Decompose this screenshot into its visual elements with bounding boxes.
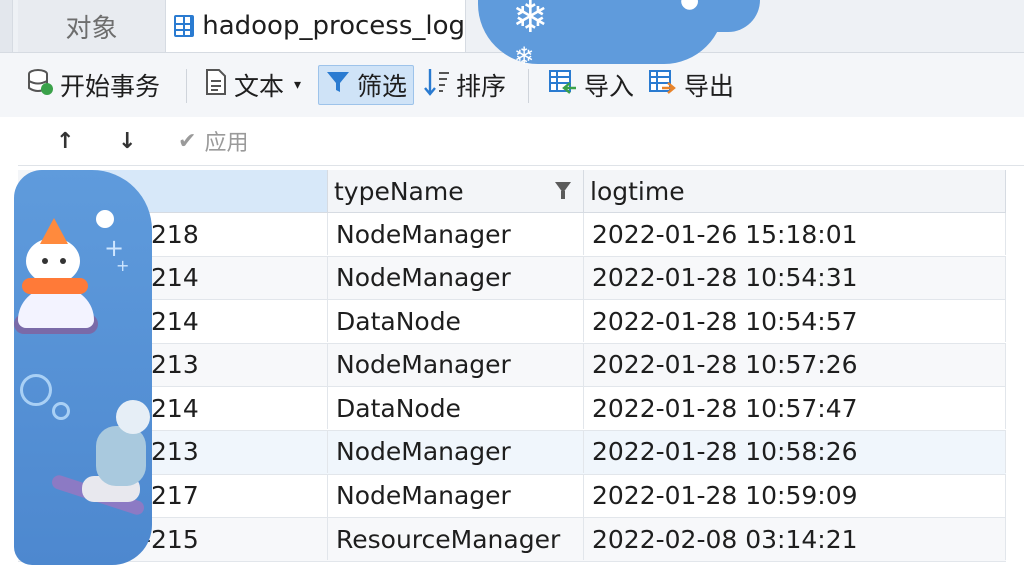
table-row[interactable]: -214 DataNode 2022-01-28 10:54:57 [18,300,1006,344]
toolbar-divider [186,69,187,103]
column-header-typename[interactable]: typeName [328,170,584,212]
cell-logtime[interactable]: 2022-02-08 03:14:21 [584,518,1006,561]
main-toolbar: 开始事务 文本 ▾ 筛选 排序 导入 导出 [0,53,1024,117]
export-label: 导出 [684,72,735,101]
export-button[interactable]: 导出 [648,65,734,105]
column-header-label: typeName [334,176,464,206]
tab-table-label: hadoop_process_log [202,11,465,41]
cell-logtime[interactable]: 2022-01-26 15:18:01 [584,213,1006,255]
table-row[interactable]: -213 NodeManager 2022-01-28 10:57:26 [18,343,1006,388]
apply-label: 应用 [204,131,249,156]
cell-logtime[interactable]: 2022-01-28 10:58:26 [584,430,1006,473]
cell-logtime[interactable]: 2022-01-28 10:57:47 [584,387,1006,430]
cell-logtime[interactable]: 2022-01-28 10:54:31 [584,256,1006,299]
import-button[interactable]: 导入 [548,65,634,105]
table-icon [174,15,195,37]
cell-typename[interactable]: NodeManager [328,256,584,299]
sort-icon [424,67,450,103]
tab-objects-label: 对象 [65,13,118,44]
import-label: 导入 [584,72,635,101]
snowboarder-icon [40,396,152,536]
table-row[interactable]: -213 NodeManager 2022-01-28 10:58:26 [18,430,1006,475]
tab-hadoop-process-log[interactable]: hadoop_process_log [166,0,466,52]
cell-typename[interactable]: NodeManager [328,213,584,255]
arrow-down-icon: ↓ [118,128,137,154]
cell-typename[interactable]: DataNode [328,300,584,343]
snowflake-icon: ❄ [512,0,549,43]
cell-typename[interactable]: DataNode [328,387,584,430]
bubble-icon [96,210,114,228]
snowflake-icon: ● [680,0,700,13]
data-grid: node typeName logtime -218 NodeManager 2… [18,170,1006,562]
cell-typename[interactable]: NodeManager [328,474,584,517]
table-row[interactable]: -218 NodeManager 2022-01-26 15:18:01 [18,213,1006,257]
snowman-icon [14,218,98,334]
filter-button[interactable]: 筛选 [318,65,415,105]
database-transaction-icon [26,68,54,102]
toolbar-divider [528,69,529,103]
table-row[interactable]: -217 NodeManager 2022-01-28 10:59:09 [18,474,1006,519]
cell-typename[interactable]: NodeManager [328,343,584,386]
begin-transaction-button[interactable]: 开始事务 [26,65,160,105]
cell-logtime[interactable]: 2022-01-28 10:57:26 [584,343,1006,386]
text-button[interactable]: 文本 ▾ [204,65,301,105]
table-row[interactable]: -215 ResourceManager 2022-02-08 03:14:21 [18,518,1006,562]
navicat-window: 对象 hadoop_process_log 开始事务 文本 ▾ 筛选 排序 导入… [0,0,1024,565]
funnel-icon[interactable] [555,182,571,199]
import-icon [548,68,578,102]
text-label: 文本 [234,72,285,101]
grid-header: node typeName logtime [18,170,1006,213]
apply-button[interactable]: ✔ 应用 [178,117,248,165]
cell-logtime[interactable]: 2022-01-28 10:59:09 [584,474,1006,517]
arrow-up-icon: ↑ [56,128,75,154]
cell-typename[interactable]: ResourceManager [328,518,584,561]
table-row[interactable]: -214 NodeManager 2022-01-28 10:54:31 [18,256,1006,301]
begin-transaction-label: 开始事务 [60,72,161,101]
column-header-logtime[interactable]: logtime [584,170,1006,212]
sparkle-icon: + [116,256,130,275]
filter-label: 筛选 [357,72,408,101]
move-down-button[interactable]: ↓ [118,117,136,165]
cell-logtime[interactable]: 2022-01-28 10:54:57 [584,300,1006,343]
cell-typename[interactable]: NodeManager [328,430,584,473]
export-icon [648,68,678,102]
table-row[interactable]: -214 DataNode 2022-01-28 10:57:47 [18,387,1006,431]
sort-button[interactable]: 排序 [424,65,506,105]
funnel-icon [325,69,351,101]
sort-label: 排序 [456,72,507,101]
move-up-button[interactable]: ↑ [56,117,74,165]
tab-bar-edge [0,0,13,52]
column-header-label: logtime [590,176,685,206]
document-icon [204,68,228,102]
checkmark-icon: ✔ [178,128,197,154]
chevron-down-icon: ▾ [294,77,302,93]
snowflake-icon: ❄ [514,42,535,70]
record-toolbar: ↑ ↓ ✔ 应用 [18,117,1024,166]
tab-objects[interactable]: 对象 [18,0,166,52]
